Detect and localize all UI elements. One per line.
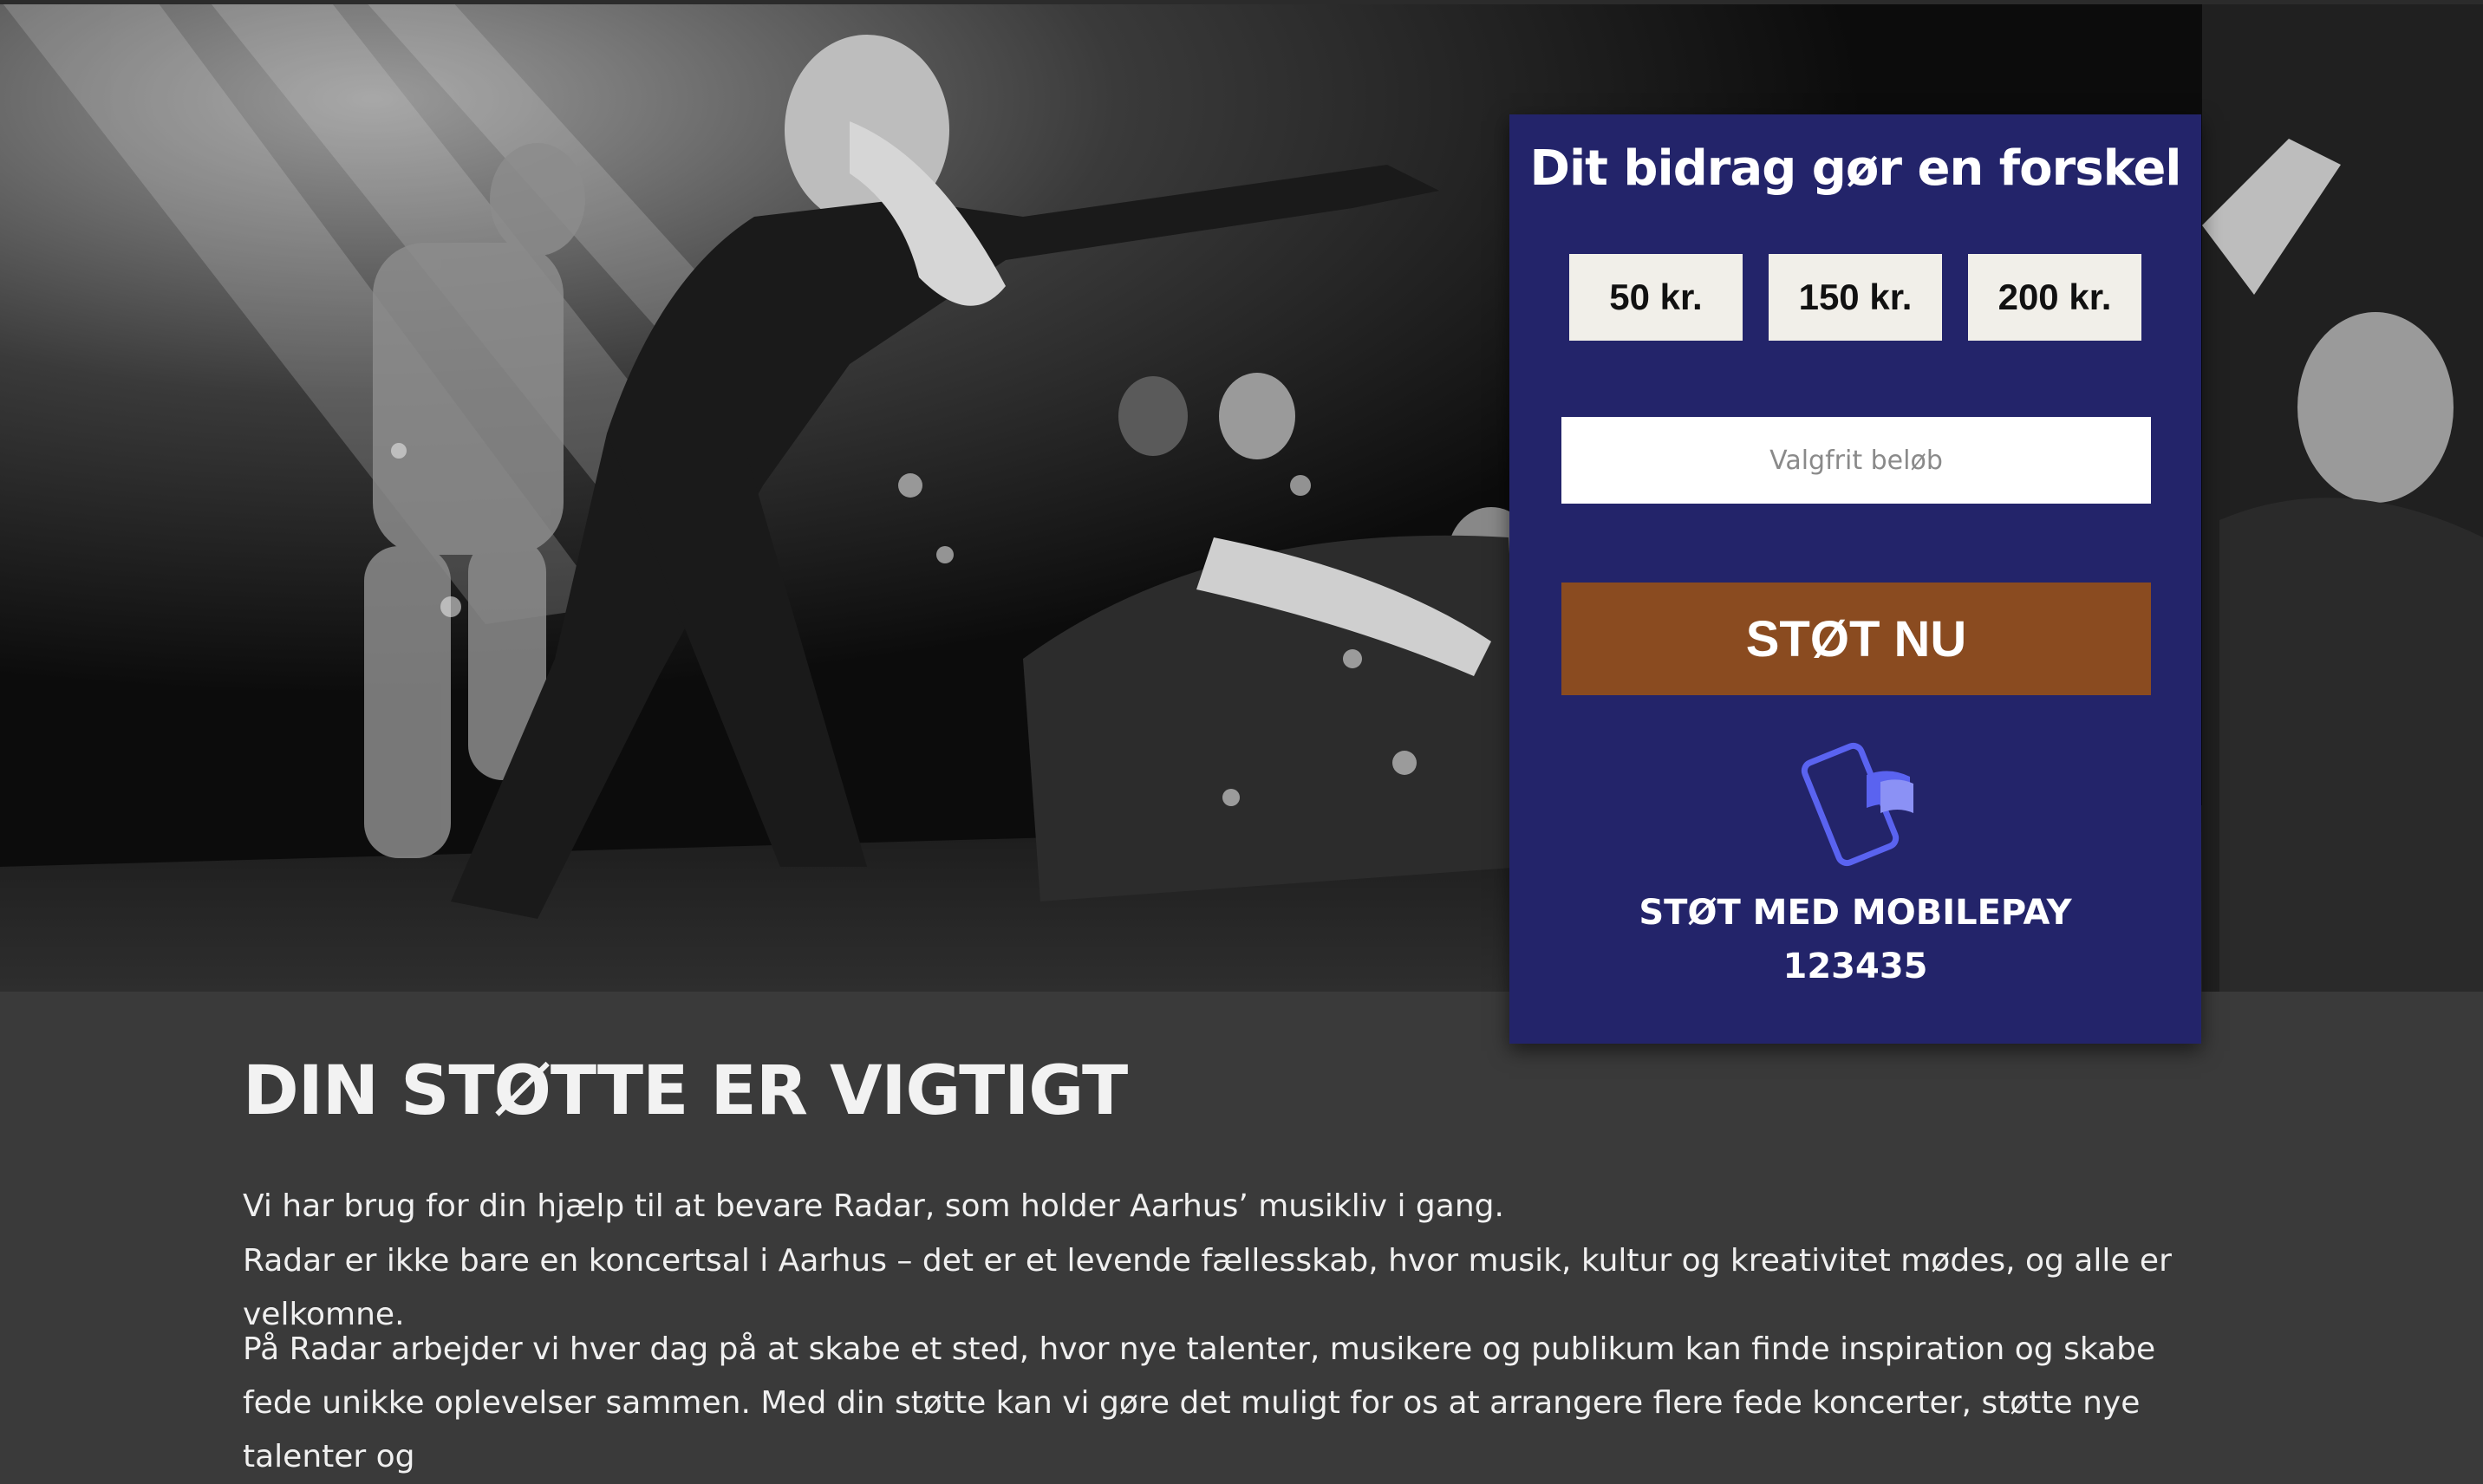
paragraph-intro-1: Vi har brug for din hjælp til at bevare … bbox=[243, 1188, 1504, 1224]
mobilepay-icon bbox=[1787, 737, 1926, 875]
paragraph-body: På Radar arbejder vi hver dag på at skab… bbox=[243, 1331, 2156, 1474]
amount-200-button[interactable]: 200 kr. bbox=[1968, 254, 2141, 341]
page-heading: DIN STØTTE ER VIGTIGT bbox=[243, 1052, 1128, 1130]
top-border bbox=[0, 0, 2483, 4]
donation-title: Dit bidrag gør en forskel bbox=[1529, 140, 2181, 197]
mobilepay-info: STØT MED MOBILEPAY 123435 bbox=[1509, 886, 2201, 993]
support-now-button[interactable]: STØT NU bbox=[1561, 583, 2151, 695]
mobilepay-number: 123435 bbox=[1782, 947, 1928, 986]
mobilepay-label: STØT MED MOBILEPAY bbox=[1639, 893, 2072, 933]
amount-150-button[interactable]: 150 kr. bbox=[1769, 254, 1942, 341]
donation-card: Dit bidrag gør en forskel 50 kr. 150 kr.… bbox=[1509, 114, 2201, 1044]
custom-amount-input[interactable] bbox=[1561, 417, 2151, 504]
amount-options: 50 kr. 150 kr. 200 kr. bbox=[1569, 254, 2141, 341]
amount-50-button[interactable]: 50 kr. bbox=[1569, 254, 1743, 341]
